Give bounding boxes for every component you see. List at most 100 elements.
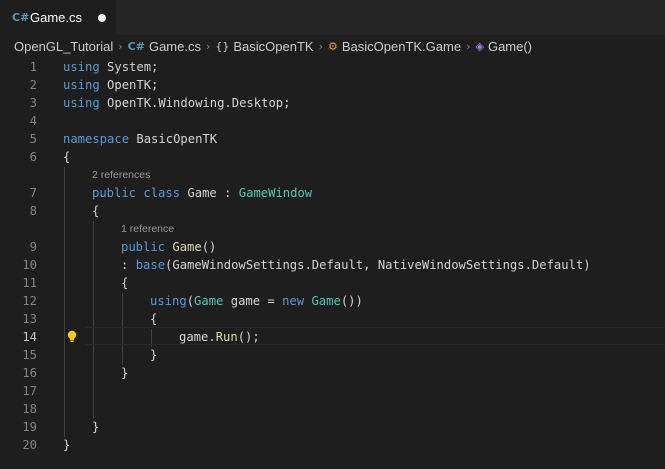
chevron-right-icon: › (118, 39, 123, 53)
tab-game-cs[interactable]: C# Game.cs (0, 0, 116, 35)
code-text: { (121, 276, 129, 290)
code-text: } (121, 366, 129, 380)
code-text: } (63, 438, 71, 452)
code-line: 12 using(Game game = new Game()) (0, 292, 665, 310)
code-segment: Game : (180, 186, 239, 200)
line-number: 2 (29, 78, 37, 92)
code-line: 8 { (0, 202, 665, 220)
code-line: 13 { (0, 310, 665, 328)
line-number: 3 (29, 96, 37, 110)
line-number: 17 (22, 384, 37, 398)
code-line: 20 } (0, 436, 665, 454)
breadcrumb-class[interactable]: BasicOpenTK.Game (342, 39, 461, 54)
line-number: 15 (22, 348, 37, 362)
line-number: 19 (22, 420, 37, 434)
code-line: 17 (0, 382, 665, 400)
code-line: 6 { (0, 148, 665, 166)
code-text: using(Game game = new Game()) (150, 292, 363, 310)
code-segment: System; (99, 60, 159, 74)
code-line: 4 (0, 112, 665, 130)
csharp-file-icon: C# (12, 11, 30, 24)
code-line: 10 : base(GameWindowSettings.Default, Na… (0, 256, 665, 274)
chevron-right-icon: › (318, 39, 323, 53)
line-number: 11 (22, 276, 37, 290)
code-text: public Game() (121, 238, 216, 256)
code-segment: (GameWindowSettings.Default, NativeWindo… (165, 258, 591, 272)
keyword: public (121, 240, 166, 254)
tab-label: Game.cs (30, 10, 83, 25)
function-name: Run (215, 330, 238, 344)
code-segment: : (121, 258, 136, 272)
code-text: using OpenTK.Windowing.Desktop; (63, 94, 290, 112)
namespace-braces-icon: {} (215, 39, 230, 53)
code-text: { (92, 204, 100, 218)
breadcrumb-method[interactable]: Game() (488, 39, 532, 54)
keyword: using (150, 294, 187, 308)
line-number: 14 (22, 330, 37, 344)
line-number: 10 (22, 258, 37, 272)
class-symbol-icon: ⚙ (327, 39, 338, 53)
method-cube-icon: ◈ (475, 39, 484, 53)
code-segment: game. (179, 330, 216, 344)
code-segment: () (201, 240, 217, 254)
code-line: 16 } (0, 364, 665, 382)
unsaved-dot-icon[interactable] (98, 14, 106, 22)
line-number: 1 (29, 60, 37, 74)
code-text: } (150, 348, 158, 362)
code-line: 7 public class Game : GameWindow (0, 184, 665, 202)
code-line-active: 14 game.Run(); (0, 328, 665, 346)
keyword: namespace (63, 132, 130, 146)
breadcrumb: OpenGL_Tutorial › C# Game.cs › {} BasicO… (0, 35, 665, 57)
code-editor[interactable]: 1 using System; 2 using OpenTK; 3 using … (0, 57, 665, 469)
line-number: 8 (29, 204, 37, 218)
line-number: 5 (29, 132, 37, 146)
line-number: 12 (22, 294, 37, 308)
code-text: { (63, 150, 71, 164)
type-name: Game (311, 294, 341, 308)
code-text: { (150, 312, 158, 326)
breadcrumb-namespace[interactable]: BasicOpenTK (233, 39, 313, 54)
code-line: 1 using System; (0, 58, 665, 76)
code-text: public class Game : GameWindow (92, 184, 312, 202)
breadcrumb-project[interactable]: OpenGL_Tutorial (14, 39, 113, 54)
codelens-references[interactable]: 1 reference (121, 220, 174, 238)
keyword: using (63, 78, 100, 92)
code-segment: game = (223, 294, 283, 308)
code-text: } (92, 420, 100, 434)
chevron-right-icon: › (205, 39, 211, 53)
csharp-file-icon: C# (127, 39, 145, 53)
code-text: namespace BasicOpenTK (63, 130, 217, 148)
type-name: GameWindow (238, 186, 313, 200)
code-line: 18 (0, 400, 665, 418)
code-line: 3 using OpenTK.Windowing.Desktop; (0, 94, 665, 112)
type-name: Game (194, 294, 224, 308)
lightbulb-icon[interactable] (66, 328, 78, 346)
keyword: using (63, 96, 100, 110)
line-number: 13 (22, 312, 37, 326)
keyword: using (63, 60, 100, 74)
breadcrumb-file[interactable]: Game.cs (149, 39, 201, 54)
keyword: new (282, 294, 305, 308)
code-text: using System; (63, 58, 158, 76)
line-number: 9 (29, 240, 37, 254)
code-segment: ( (186, 294, 195, 308)
editor-tab-bar: C# Game.cs (0, 0, 665, 35)
line-number: 4 (29, 114, 37, 128)
line-number: 20 (22, 438, 37, 452)
codelens-references[interactable]: 2 references (92, 166, 150, 184)
line-number: 16 (22, 366, 37, 380)
code-segment: OpenTK.Windowing.Desktop; (99, 96, 291, 110)
line-number: 18 (22, 402, 37, 416)
code-line: 5 namespace BasicOpenTK (0, 130, 665, 148)
chevron-right-icon: › (466, 39, 471, 53)
keyword: base (135, 258, 166, 272)
code-text: game.Run(); (179, 328, 260, 346)
code-line: 15 } (0, 346, 665, 364)
code-segment: OpenTK; (99, 78, 159, 92)
function-name: Game (165, 240, 202, 254)
code-line: 2 using OpenTK; (0, 76, 665, 94)
line-number: 6 (29, 150, 37, 164)
code-segment: (); (237, 330, 260, 344)
code-text: using OpenTK; (63, 76, 158, 94)
code-segment: ()) (340, 294, 363, 308)
